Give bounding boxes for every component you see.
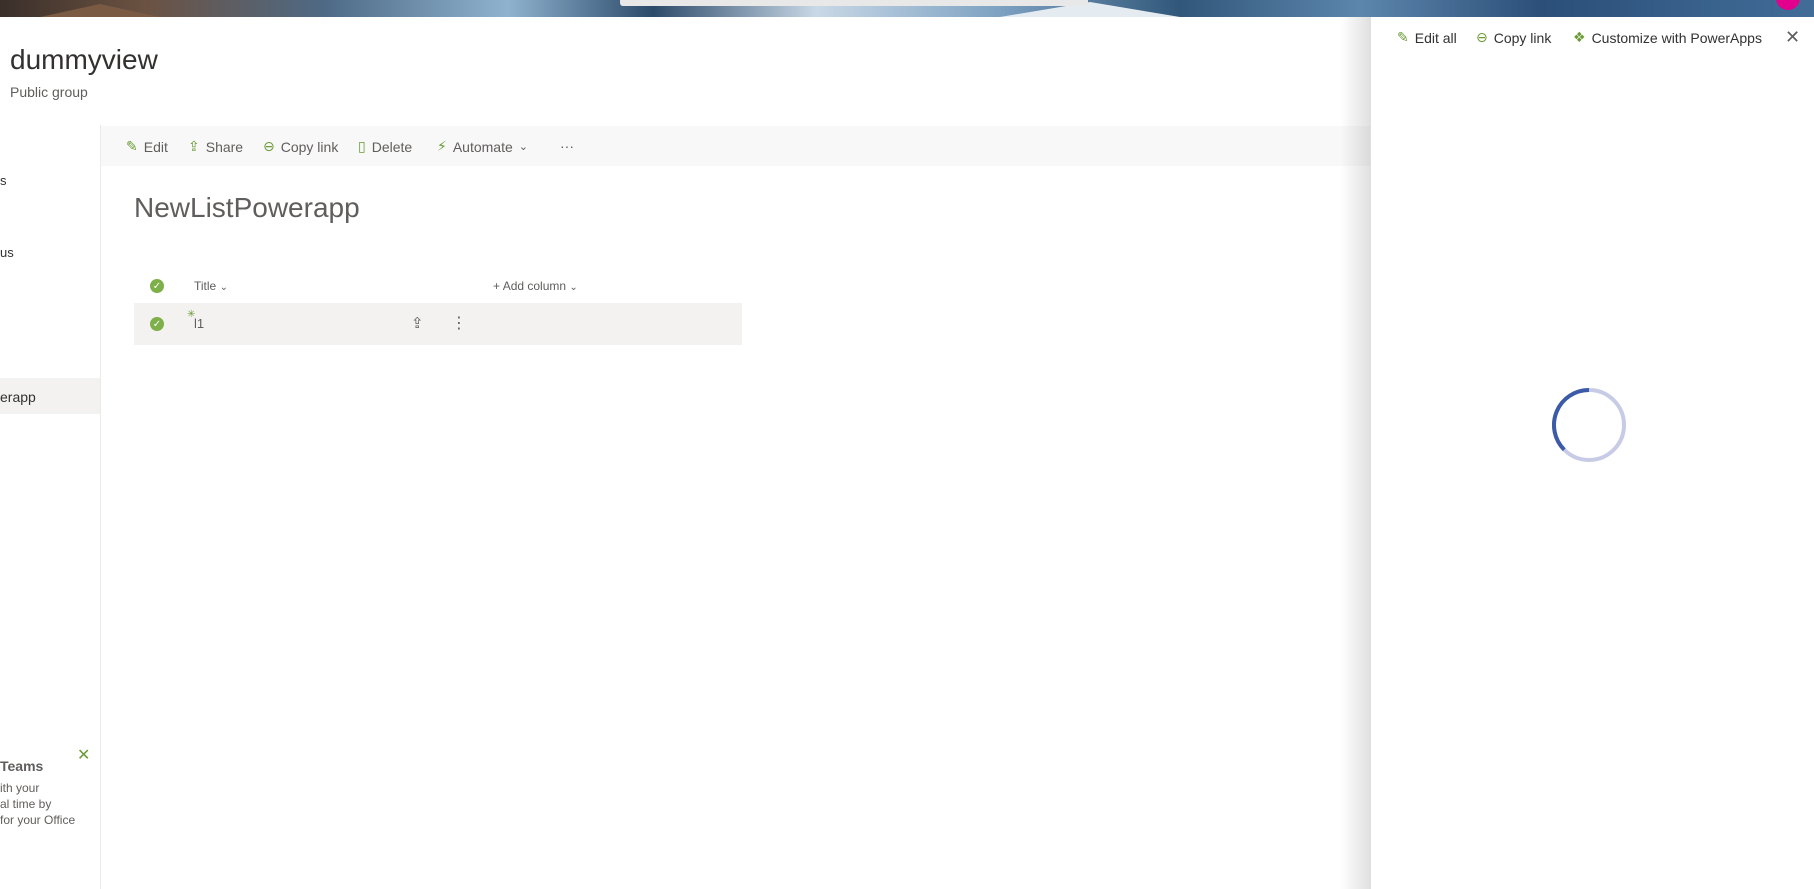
search-box[interactable] (620, 0, 1088, 6)
teams-promo-line: ith your (0, 781, 40, 795)
close-icon[interactable]: ✕ (1785, 27, 1800, 48)
teams-promo-line: al time by (0, 797, 52, 811)
share-button[interactable]: ⇪ Share (188, 138, 243, 155)
link-icon: ⊖ (1476, 29, 1488, 45)
copy-link-label: Copy link (280, 138, 339, 155)
command-bar: ✎ Edit ⇪ Share ⊖ Copy link ▯ Delete ⚡ Au… (101, 126, 1371, 166)
link-icon: ⊖ (263, 138, 275, 154)
automate-button[interactable]: ⚡ Automate ⌄ (437, 138, 528, 155)
share-icon[interactable]: ⇪ (411, 314, 424, 332)
site-title[interactable]: dummyview (10, 44, 158, 76)
automate-icon: ⚡ (437, 138, 447, 154)
column-title-label: Title (194, 279, 217, 293)
check-circle-icon[interactable]: ✓ (150, 279, 164, 293)
delete-button[interactable]: ▯ Delete (358, 138, 412, 155)
panel-copy-link-button[interactable]: ⊖ Copy link (1476, 29, 1551, 46)
share-label: Share (205, 138, 244, 155)
add-column-label: Add column (502, 279, 567, 293)
plus-icon: + (493, 279, 501, 293)
column-header-title[interactable]: Title ⌄ (194, 279, 228, 293)
header-banner (0, 0, 1814, 17)
spinner-icon (1552, 388, 1626, 462)
check-circle-icon[interactable]: ✓ (150, 317, 164, 331)
pencil-icon: ✎ (126, 138, 138, 154)
nav-item-selected[interactable]: erapp (0, 378, 100, 414)
list-title: NewListPowerapp (134, 192, 360, 223)
nav-item-fragment-1[interactable]: s (0, 173, 7, 188)
nav-item-label: erapp (0, 389, 36, 405)
banner-mountain (40, 4, 160, 17)
add-column-button[interactable]: + Add column ⌄ (493, 279, 578, 293)
chevron-down-icon: ⌄ (518, 141, 528, 153)
item-details-panel: ✎ Edit all ⊖ Copy link ❖ Customize with … (1370, 17, 1814, 889)
trash-icon: ▯ (358, 138, 366, 154)
delete-label: Delete (371, 138, 413, 155)
left-navigation: s us erapp ✕ Teams ith your al time by f… (0, 125, 101, 889)
chevron-down-icon: ⌄ (219, 282, 228, 293)
share-icon: ⇪ (188, 138, 200, 154)
edit-all-button[interactable]: ✎ Edit all (1397, 29, 1457, 46)
spinner-arc (1552, 388, 1590, 452)
avatar[interactable] (1776, 0, 1800, 10)
panel-copy-link-label: Copy link (1493, 29, 1552, 46)
powerapps-icon: ❖ (1573, 29, 1586, 45)
close-icon[interactable]: ✕ (77, 745, 90, 765)
teams-promo-line: for your Office (0, 813, 76, 827)
row-title[interactable]: l1 (194, 316, 204, 331)
copy-link-button[interactable]: ⊖ Copy link (263, 138, 338, 155)
chevron-down-icon: ⌄ (569, 282, 578, 293)
teams-promo-text: ith your al time by for your Office (0, 780, 82, 828)
site-subtitle: Public group (10, 84, 88, 100)
edit-button[interactable]: ✎ Edit (126, 138, 168, 155)
table-row[interactable] (134, 303, 742, 345)
nav-item-fragment-2[interactable]: us (0, 245, 14, 260)
edit-all-label: Edit all (1414, 29, 1457, 46)
pencil-icon: ✎ (1397, 29, 1409, 45)
customize-label: Customize with PowerApps (1591, 29, 1762, 46)
panel-shadow (1340, 17, 1370, 889)
teams-promo-title: Teams (0, 758, 44, 774)
automate-label: Automate (452, 138, 513, 155)
edit-label: Edit (143, 138, 168, 155)
customize-powerapps-button[interactable]: ❖ Customize with PowerApps (1573, 29, 1762, 46)
more-icon[interactable]: ··· (560, 138, 574, 154)
more-icon[interactable]: ⋮ (451, 313, 467, 333)
